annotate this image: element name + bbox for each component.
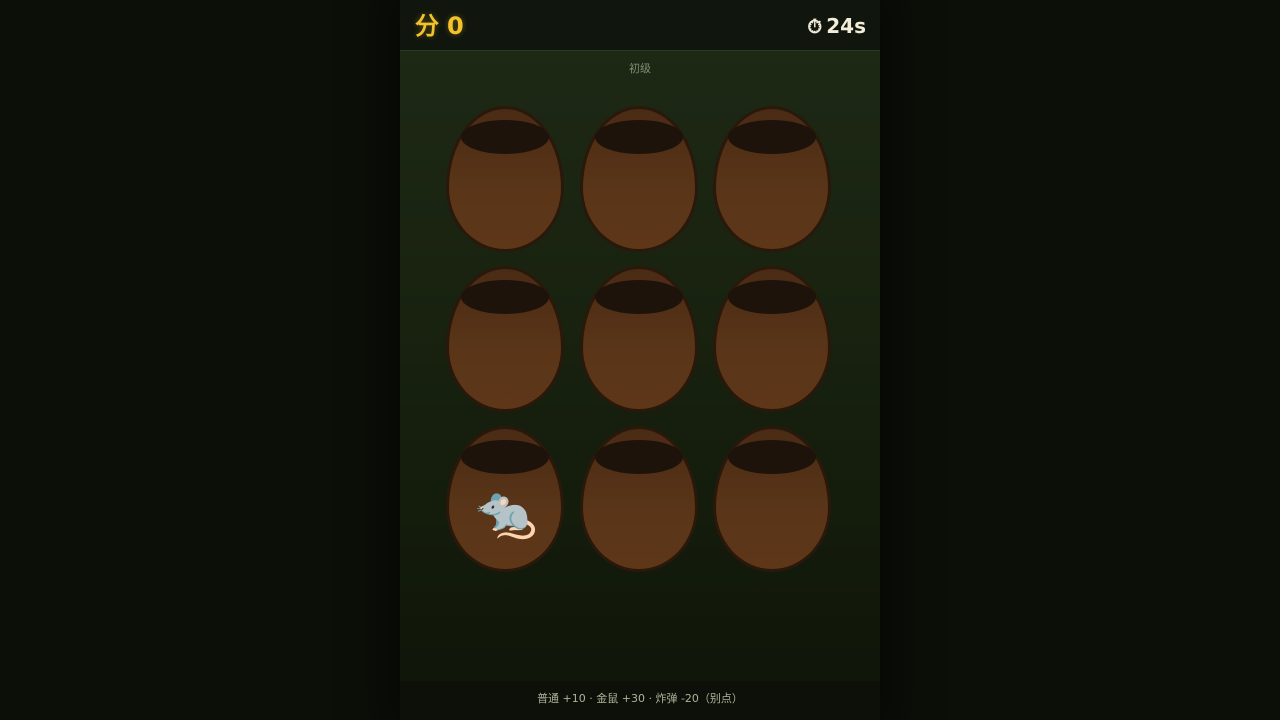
- hole-opening: [461, 280, 549, 314]
- timer-value: 24s: [826, 14, 866, 38]
- hole-9[interactable]: [713, 426, 831, 572]
- game-stage: 分0 ⏱ 24s 初级 🐀 普通 +10 · 金鼠 +30 · 炸弹 -20（别点…: [0, 0, 1280, 720]
- hole-opening: [595, 120, 683, 154]
- hole-opening: [595, 440, 683, 474]
- hole-grid: 🐀: [446, 106, 834, 574]
- hole-7[interactable]: 🐀: [446, 426, 564, 572]
- hole-opening: [728, 440, 816, 474]
- timer-display: ⏱ 24s: [807, 12, 866, 41]
- hole-1[interactable]: [446, 106, 564, 252]
- hole-opening: [728, 120, 816, 154]
- hole-opening: [595, 280, 683, 314]
- hole-opening: [461, 440, 549, 474]
- score-value: 0: [447, 12, 464, 40]
- hole-8[interactable]: [580, 426, 698, 572]
- top-bar: 分0 ⏱ 24s: [400, 0, 880, 51]
- hole-6[interactable]: [713, 266, 831, 412]
- mouse-icon[interactable]: 🐀: [475, 481, 537, 543]
- stopwatch-icon: ⏱: [807, 16, 823, 38]
- hole-4[interactable]: [446, 266, 564, 412]
- game-panel: 分0 ⏱ 24s 初级 🐀 普通 +10 · 金鼠 +30 · 炸弹 -20（别点…: [400, 0, 880, 720]
- score-label: 分: [415, 12, 439, 40]
- hole-3[interactable]: [713, 106, 831, 252]
- level-label: 初级: [629, 62, 651, 75]
- rules-footer: 普通 +10 · 金鼠 +30 · 炸弹 -20（别点）: [400, 681, 880, 720]
- score-display: 分0: [415, 10, 472, 42]
- hole-opening: [728, 280, 816, 314]
- hole-2[interactable]: [580, 106, 698, 252]
- hole-opening: [461, 120, 549, 154]
- hole-5[interactable]: [580, 266, 698, 412]
